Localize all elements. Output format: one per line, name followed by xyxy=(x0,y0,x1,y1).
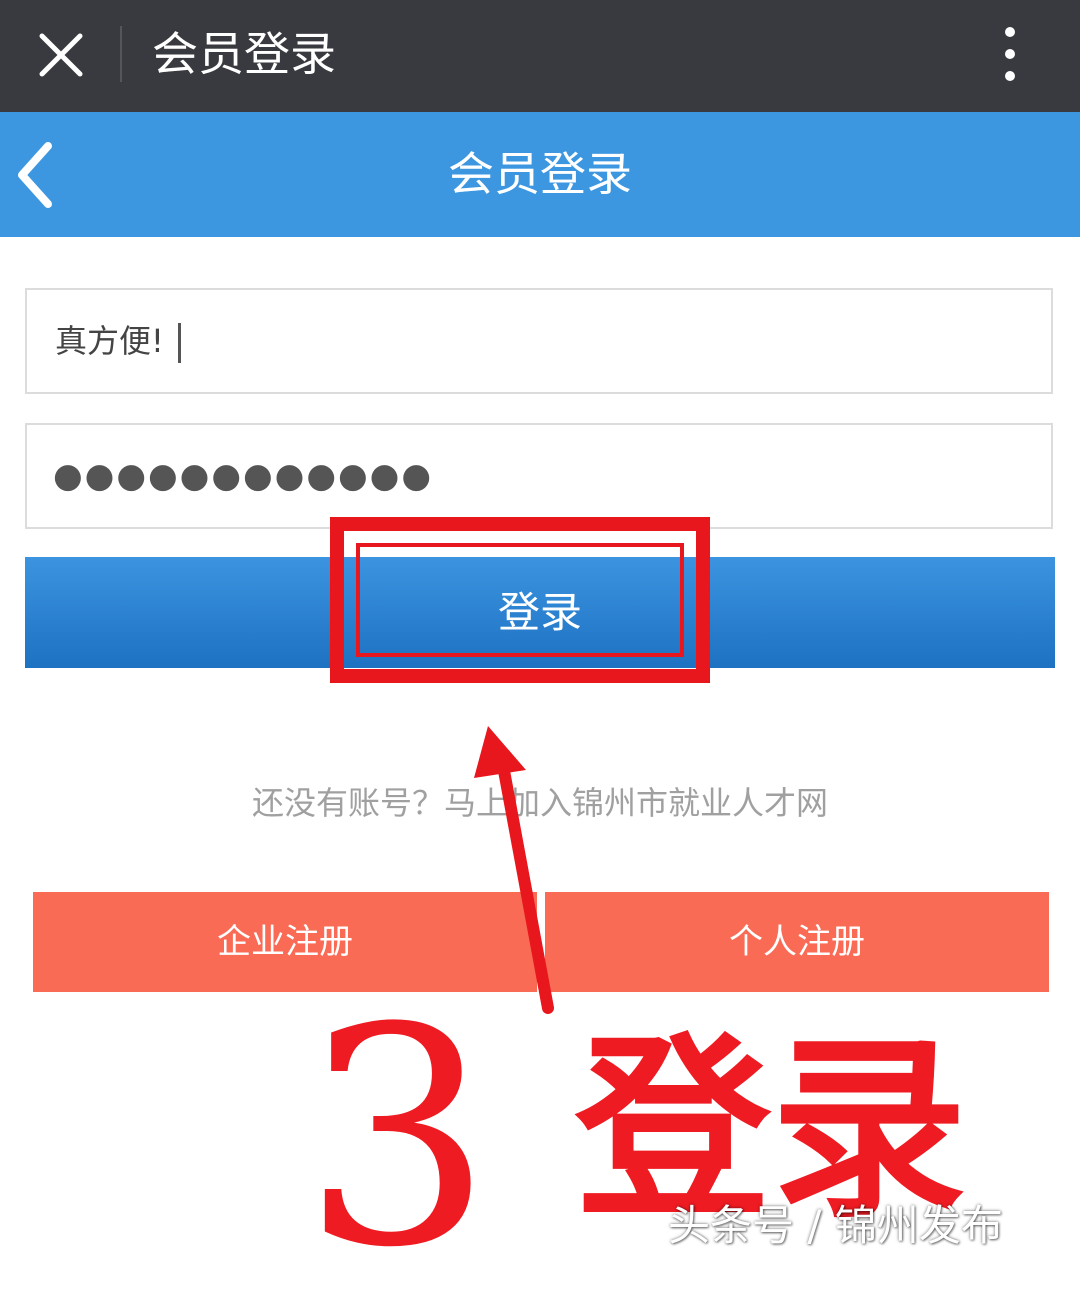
wechat-top-bar: 会员登录 xyxy=(0,0,1080,112)
page-header: 会员登录 xyxy=(0,112,1080,237)
username-input[interactable]: 真方便! xyxy=(25,288,1053,394)
highlight-box-inner xyxy=(356,543,684,657)
top-bar-divider xyxy=(120,26,122,82)
username-value: 真方便! xyxy=(55,322,164,360)
close-icon[interactable] xyxy=(36,30,86,80)
page-title: 会员登录 xyxy=(448,147,632,201)
password-value: ●●●●●●●●●●●● xyxy=(53,456,434,496)
chevron-left-icon[interactable] xyxy=(14,140,58,210)
more-vertical-icon[interactable] xyxy=(990,24,1030,84)
top-bar-title: 会员登录 xyxy=(152,27,336,81)
register-hint[interactable]: 还没有账号？马上加入锦州市就业人才网 xyxy=(0,776,1080,830)
step-number-annotation: 3 xyxy=(302,964,493,1313)
text-caret xyxy=(177,323,181,363)
personal-register-button[interactable]: 个人注册 xyxy=(545,892,1049,992)
highlight-box-annotation xyxy=(330,517,710,683)
watermark: 头条号 / 锦州发布 xyxy=(668,1201,1003,1250)
password-input[interactable]: ●●●●●●●●●●●● xyxy=(25,423,1053,529)
username-value-wrap: 真方便! xyxy=(55,290,181,392)
